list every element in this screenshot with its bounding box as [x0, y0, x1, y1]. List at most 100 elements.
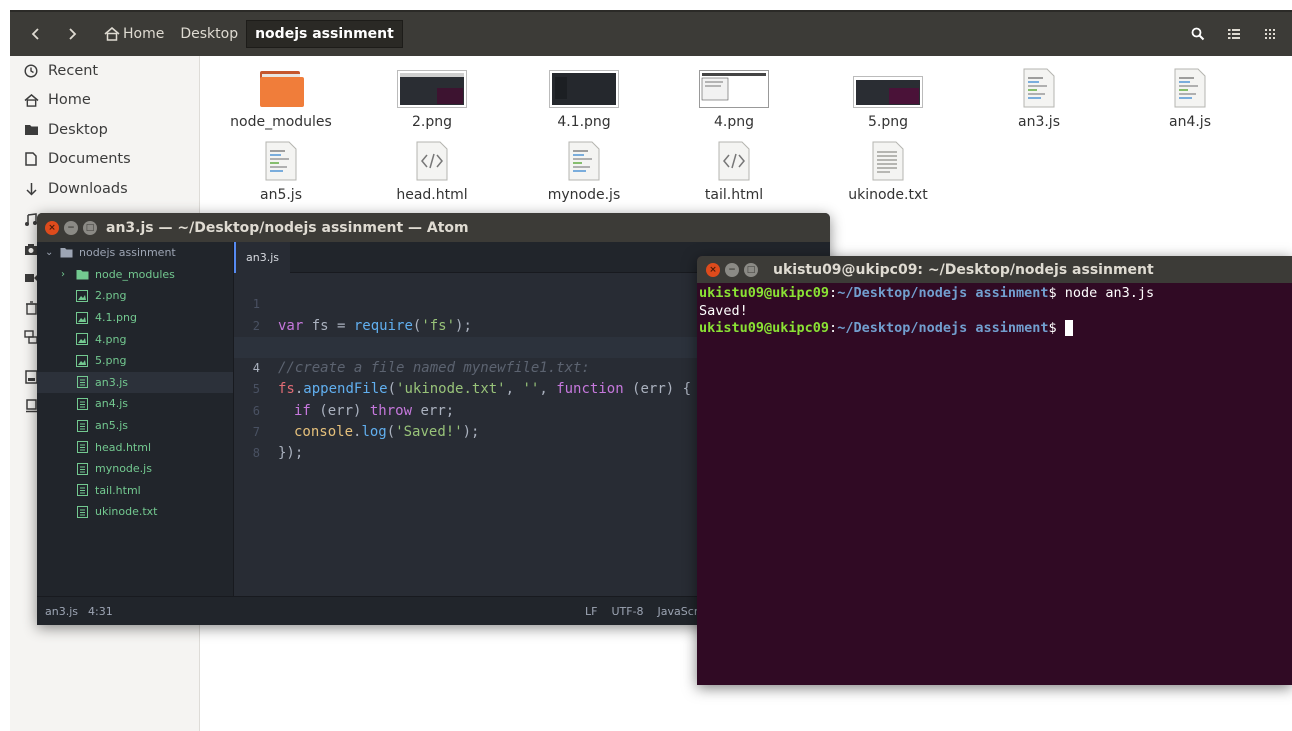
file-item-an3-js[interactable]: an3.js — [969, 64, 1109, 130]
tree-item-label: 5.png — [95, 354, 127, 368]
sidebar-item-recent[interactable]: Recent — [10, 56, 199, 86]
tree-item-ukinode-txt[interactable]: ukinode.txt — [37, 501, 233, 523]
text-file-icon — [75, 441, 89, 454]
status-left: an3.js 4:31 — [45, 605, 113, 618]
tree-item-node-modules[interactable]: › node_modules — [37, 264, 233, 286]
image-file-icon — [75, 289, 89, 302]
status-file-name[interactable]: an3.js — [45, 605, 78, 618]
file-item-ukinode-txt[interactable]: ukinode.txt — [818, 137, 958, 203]
status-cursor-position[interactable]: 4:31 — [88, 605, 113, 618]
image-thumbnail-icon — [397, 64, 467, 108]
sidebar-item-label: Desktop — [48, 121, 108, 138]
grid-view-button[interactable] — [1254, 20, 1286, 48]
file-name: node_modules — [230, 114, 332, 130]
file-name: 2.png — [411, 114, 452, 130]
maximize-icon[interactable]: □ — [744, 262, 758, 277]
file-item-mynode-js[interactable]: mynode.js — [514, 137, 654, 203]
terminal-window-title: ukistu09@ukipc09: ~/Desktop/nodejs assin… — [773, 261, 1154, 278]
tree-item-an5-js[interactable]: an5.js — [37, 415, 233, 437]
line-number: 8 — [252, 446, 260, 461]
file-item-head-html[interactable]: head.html — [362, 137, 502, 203]
script-file-icon — [246, 137, 316, 181]
sidebar-item-documents[interactable]: Documents — [10, 145, 199, 175]
file-name: tail.html — [704, 187, 764, 203]
file-name: 5.png — [867, 114, 908, 130]
tree-item-label: 2.png — [95, 289, 127, 303]
tree-item-an4-js[interactable]: an4.js — [37, 393, 233, 415]
text-file-icon — [75, 505, 89, 518]
file-item-4-png[interactable]: 4.png — [664, 64, 804, 130]
file-item-node-modules[interactable]: node_modules — [211, 64, 351, 130]
chevron-right-icon — [69, 28, 77, 40]
chevron-down-icon: ⌄ — [45, 247, 54, 259]
terminal-command-line: ukistu09@ukipc09:~/Desktop/nodejs assinm… — [699, 285, 1155, 301]
image-thumbnail-icon — [699, 64, 769, 108]
terminal-output-line: Saved! — [699, 302, 748, 319]
tree-item-label: an4.js — [95, 397, 128, 411]
path-home[interactable]: Home — [96, 20, 172, 48]
file-item-5-png[interactable]: 5.png — [818, 64, 958, 130]
file-item-an4-js[interactable]: an4.js — [1120, 64, 1260, 130]
minimize-icon[interactable]: − — [725, 262, 739, 277]
tree-item-2-png[interactable]: 2.png — [37, 285, 233, 307]
terminal-prompt-line: ukistu09@ukipc09:~/Desktop/nodejs assinm… — [699, 320, 1290, 338]
text-file-icon — [75, 376, 89, 389]
tree-item-4-1-png[interactable]: 4.1.png — [37, 307, 233, 329]
tree-item-mynode-js[interactable]: mynode.js — [37, 458, 233, 480]
file-item-an5-js[interactable]: an5.js — [211, 137, 351, 203]
sidebar-item-downloads[interactable]: Downloads — [10, 174, 199, 204]
tree-item-tail-html[interactable]: tail.html — [37, 480, 233, 502]
sidebar-item-label: Recent — [48, 62, 99, 79]
back-button[interactable] — [18, 20, 54, 48]
terminal-title-bar[interactable]: × − □ ukistu09@ukipc09: ~/Desktop/nodejs… — [697, 256, 1292, 283]
download-icon — [22, 182, 40, 196]
terminal-window: × − □ ukistu09@ukipc09: ~/Desktop/nodejs… — [697, 256, 1292, 685]
minimize-icon[interactable]: − — [64, 220, 78, 235]
chevron-left-icon — [31, 28, 39, 40]
tree-item-an3-js[interactable]: an3.js — [37, 371, 233, 394]
status-encoding[interactable]: UTF-8 — [611, 605, 643, 618]
tree-root-folder[interactable]: ⌄ nodejs assinment — [37, 242, 233, 264]
status-grammar[interactable]: JavaScri — [658, 605, 702, 618]
file-name: head.html — [396, 187, 468, 203]
path-current-folder[interactable]: nodejs assinment — [246, 20, 403, 48]
maximize-icon[interactable]: □ — [83, 220, 97, 235]
file-item-2-png[interactable]: 2.png — [362, 64, 502, 130]
text-file-icon — [75, 397, 89, 410]
tree-item-head-html[interactable]: head.html — [37, 436, 233, 458]
file-item-tail-html[interactable]: tail.html — [664, 137, 804, 203]
list-view-icon — [1228, 29, 1240, 39]
terminal-output[interactable]: ukistu09@ukipc09:~/Desktop/nodejs assinm… — [697, 283, 1292, 340]
atom-title-bar[interactable]: × − □ an3.js — ~/Desktop/nodejs assinmen… — [37, 213, 830, 242]
script-file-icon — [1155, 64, 1225, 108]
close-icon[interactable]: × — [706, 262, 720, 277]
status-line-ending[interactable]: LF — [585, 605, 597, 618]
path-desktop[interactable]: Desktop — [172, 20, 246, 48]
tree-item-label: node_modules — [95, 267, 175, 281]
list-view-button[interactable] — [1218, 20, 1250, 48]
text-file-icon — [75, 419, 89, 432]
search-button[interactable] — [1182, 20, 1214, 48]
tree-item-5-png[interactable]: 5.png — [37, 350, 233, 372]
terminal-cursor — [1064, 320, 1073, 336]
path-home-label: Home — [123, 26, 165, 42]
file-name: ukinode.txt — [848, 187, 928, 203]
tree-item-4-png[interactable]: 4.png — [37, 328, 233, 350]
text-file-icon — [853, 137, 923, 181]
file-name: an3.js — [1018, 114, 1060, 130]
file-name: an4.js — [1169, 114, 1211, 130]
sidebar-item-home[interactable]: Home — [10, 86, 199, 116]
folder-icon — [75, 268, 89, 281]
sidebar-item-label: Downloads — [48, 180, 128, 197]
top-strip — [0, 0, 1292, 10]
tab-an3-js[interactable]: an3.js — [234, 242, 290, 273]
script-file-icon — [1004, 64, 1074, 108]
file-name: mynode.js — [547, 187, 621, 203]
tree-item-label: 4.1.png — [95, 311, 137, 325]
close-icon[interactable]: × — [45, 220, 59, 235]
sidebar-item-desktop[interactable]: Desktop — [10, 115, 199, 145]
file-item-4-1-png[interactable]: 4.1.png — [514, 64, 654, 130]
forward-button[interactable] — [54, 20, 90, 48]
tree-item-label: ukinode.txt — [95, 505, 158, 519]
sidebar-item-label: Documents — [48, 151, 131, 168]
